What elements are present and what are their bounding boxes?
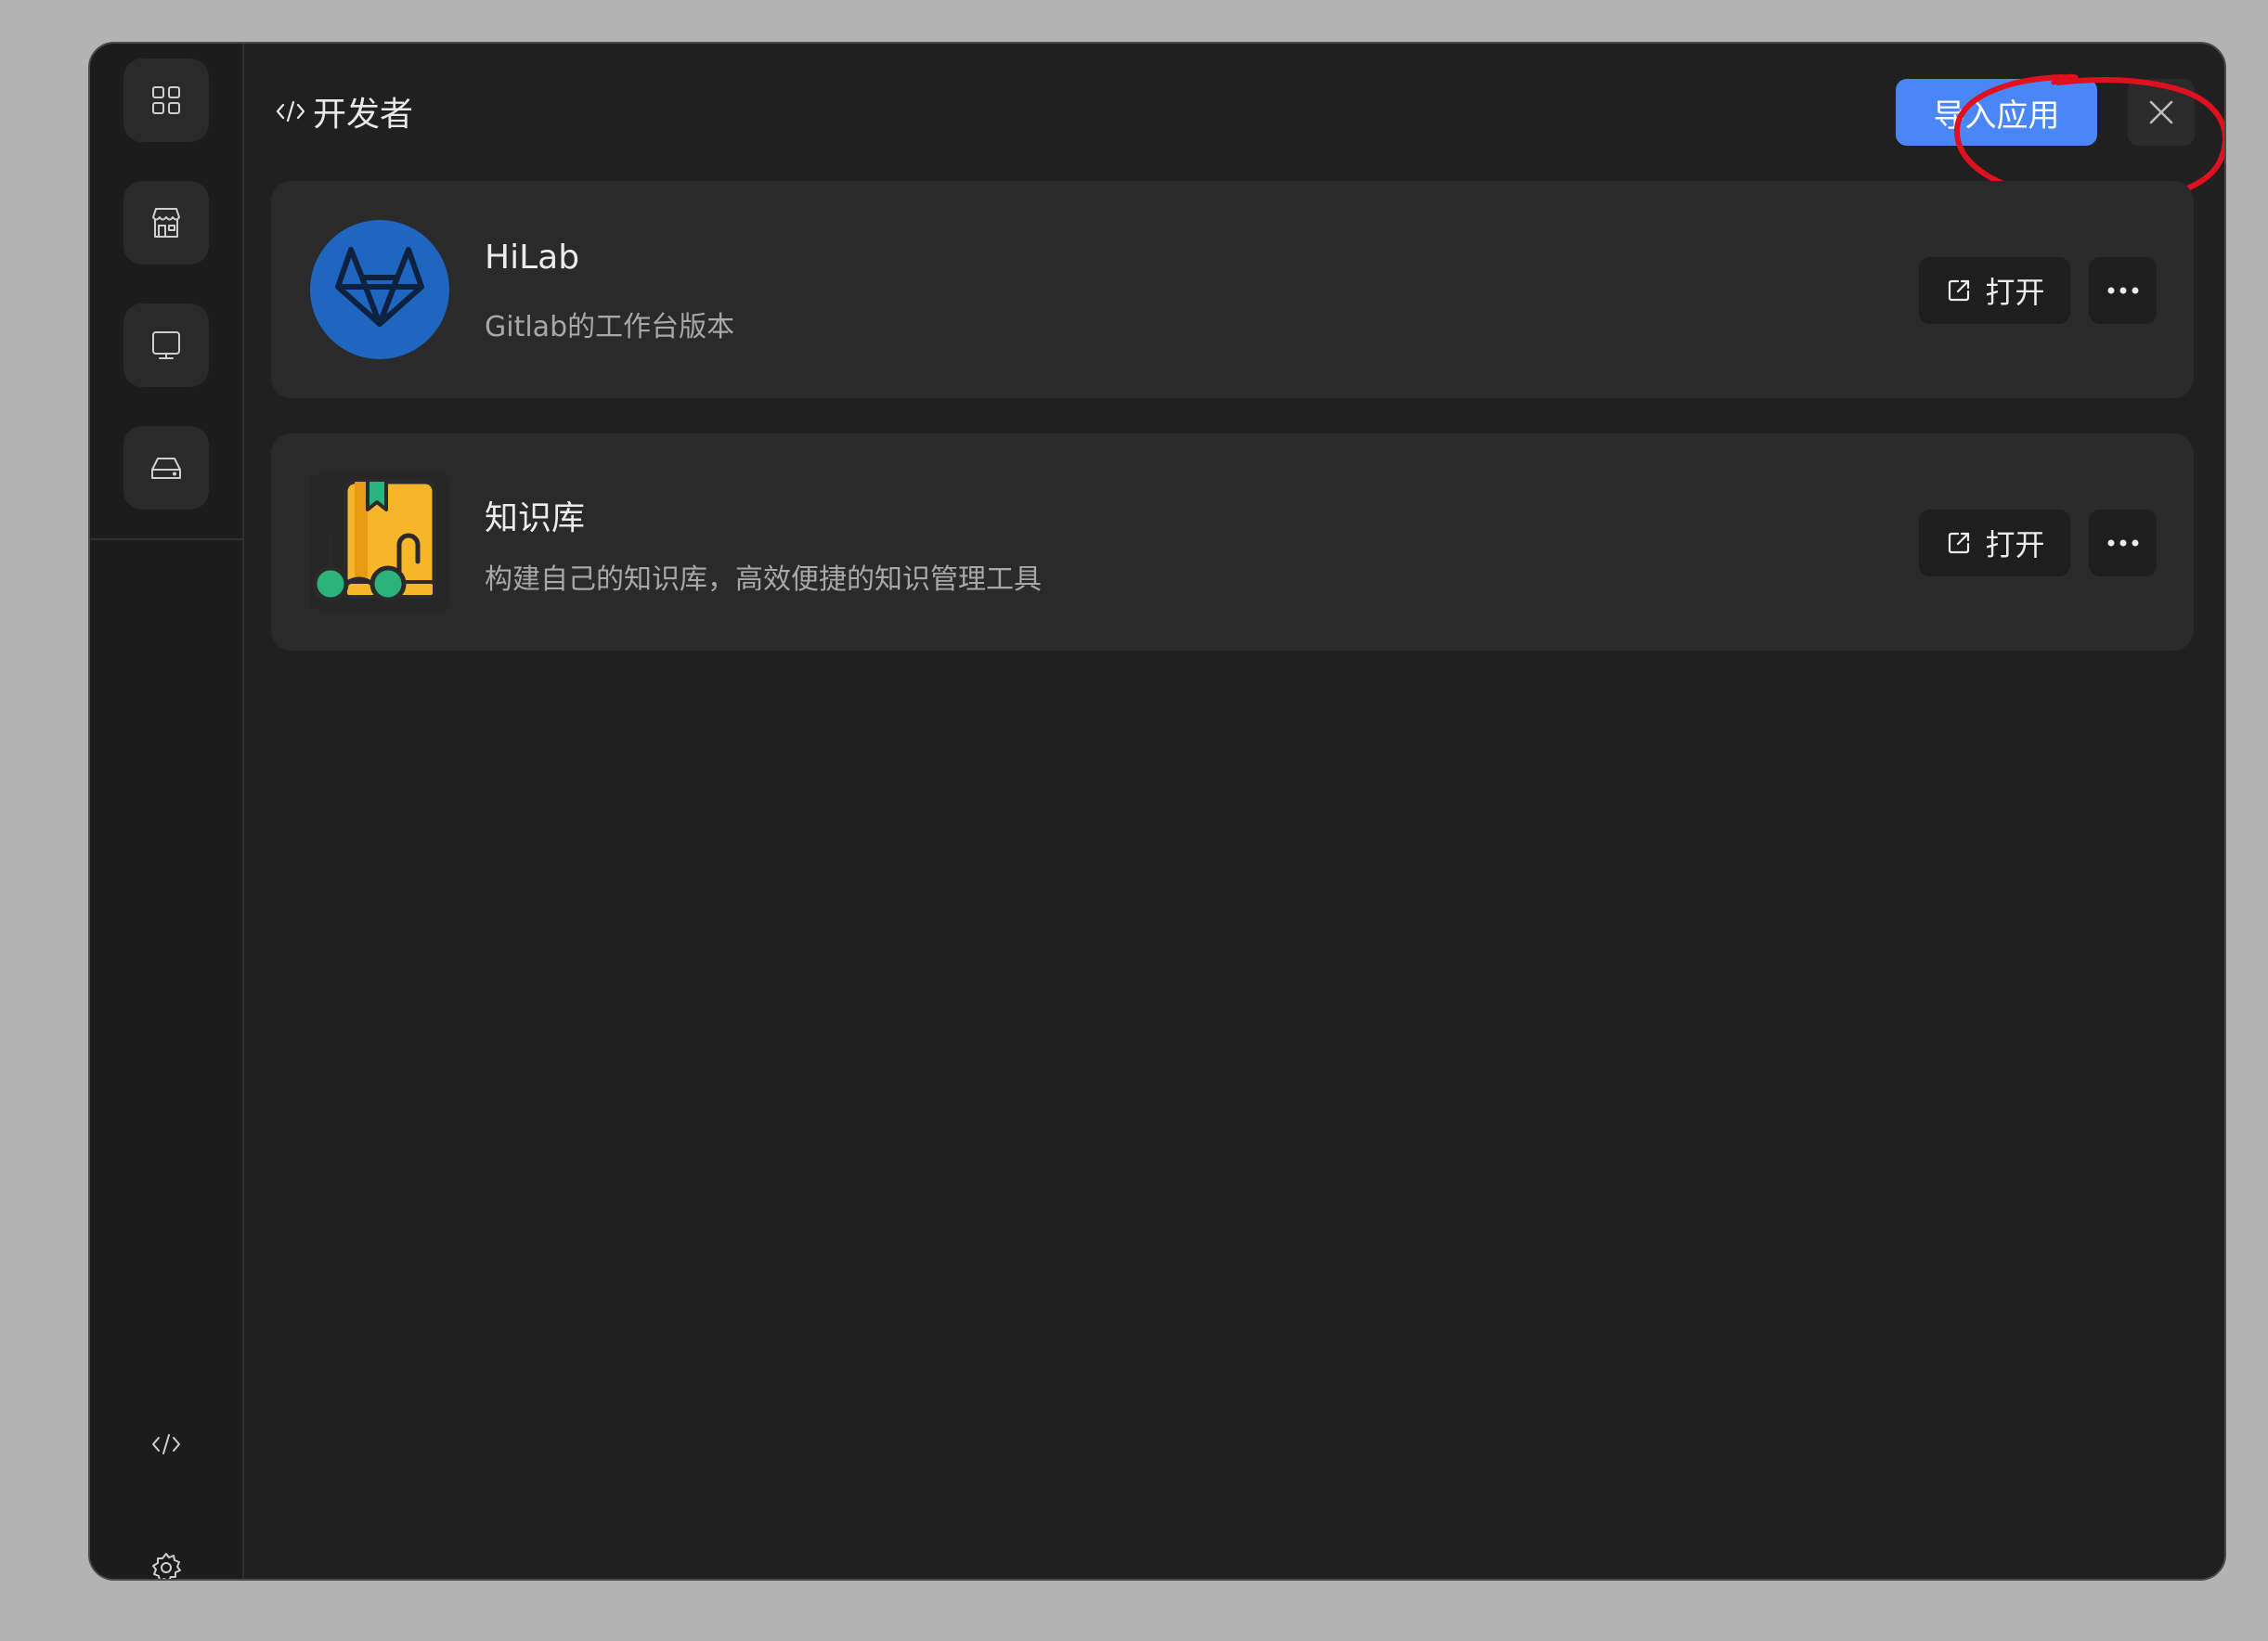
monitor-icon <box>152 331 180 359</box>
app-description: 构建自己的知识库，高效便捷的知识管理工具 <box>485 563 1042 596</box>
sidebar <box>90 44 244 1579</box>
sidebar-item-desktop[interactable] <box>123 304 209 387</box>
import-app-button[interactable]: 导入应用 <box>1896 79 2097 146</box>
external-link-icon <box>1949 279 1970 302</box>
open-button-label: 打开 <box>1985 527 2045 562</box>
sidebar-item-developer[interactable] <box>123 1402 209 1486</box>
close-button[interactable] <box>2128 79 2195 146</box>
close-icon <box>2149 100 2173 124</box>
more-icon <box>2107 539 2138 547</box>
code-icon <box>152 1434 180 1454</box>
knowledge-book-logo <box>310 474 449 610</box>
open-button[interactable]: 打开 <box>1919 510 2070 576</box>
sidebar-item-apps[interactable] <box>123 58 209 142</box>
sidebar-divider <box>90 538 244 540</box>
code-icon <box>276 100 305 123</box>
apps-grid-icon <box>152 86 180 114</box>
store-icon <box>152 208 180 238</box>
gitlab-logo <box>310 220 449 359</box>
app-name: HiLab <box>485 239 580 277</box>
gear-icon <box>152 1553 181 1579</box>
sidebar-item-store[interactable] <box>123 181 209 265</box>
page-title-text: 开发者 <box>313 96 414 134</box>
app-card-hilab[interactable]: HiLab Gitlab的工作台版本 打开 <box>271 181 2194 398</box>
open-button[interactable]: 打开 <box>1919 257 2070 324</box>
sidebar-item-settings[interactable] <box>123 1526 209 1579</box>
app-description: Gitlab的工作台版本 <box>485 311 735 343</box>
page-title: 开发者 <box>272 88 413 135</box>
sidebar-item-drive[interactable] <box>123 426 209 510</box>
more-options-button[interactable] <box>2089 510 2157 576</box>
more-icon <box>2107 287 2138 294</box>
app-name: 知识库 <box>485 499 586 537</box>
developer-window: 开发者 导入应用 HiLab Gitlab的工作台版本 打开 知识库 构建自己的… <box>88 42 2226 1581</box>
open-button-label: 打开 <box>1985 275 2045 310</box>
external-link-icon <box>1949 532 1970 554</box>
drive-icon <box>151 458 181 479</box>
app-card-knowledge-base[interactable]: 知识库 构建自己的知识库，高效便捷的知识管理工具 打开 <box>271 433 2194 651</box>
more-options-button[interactable] <box>2089 257 2157 324</box>
